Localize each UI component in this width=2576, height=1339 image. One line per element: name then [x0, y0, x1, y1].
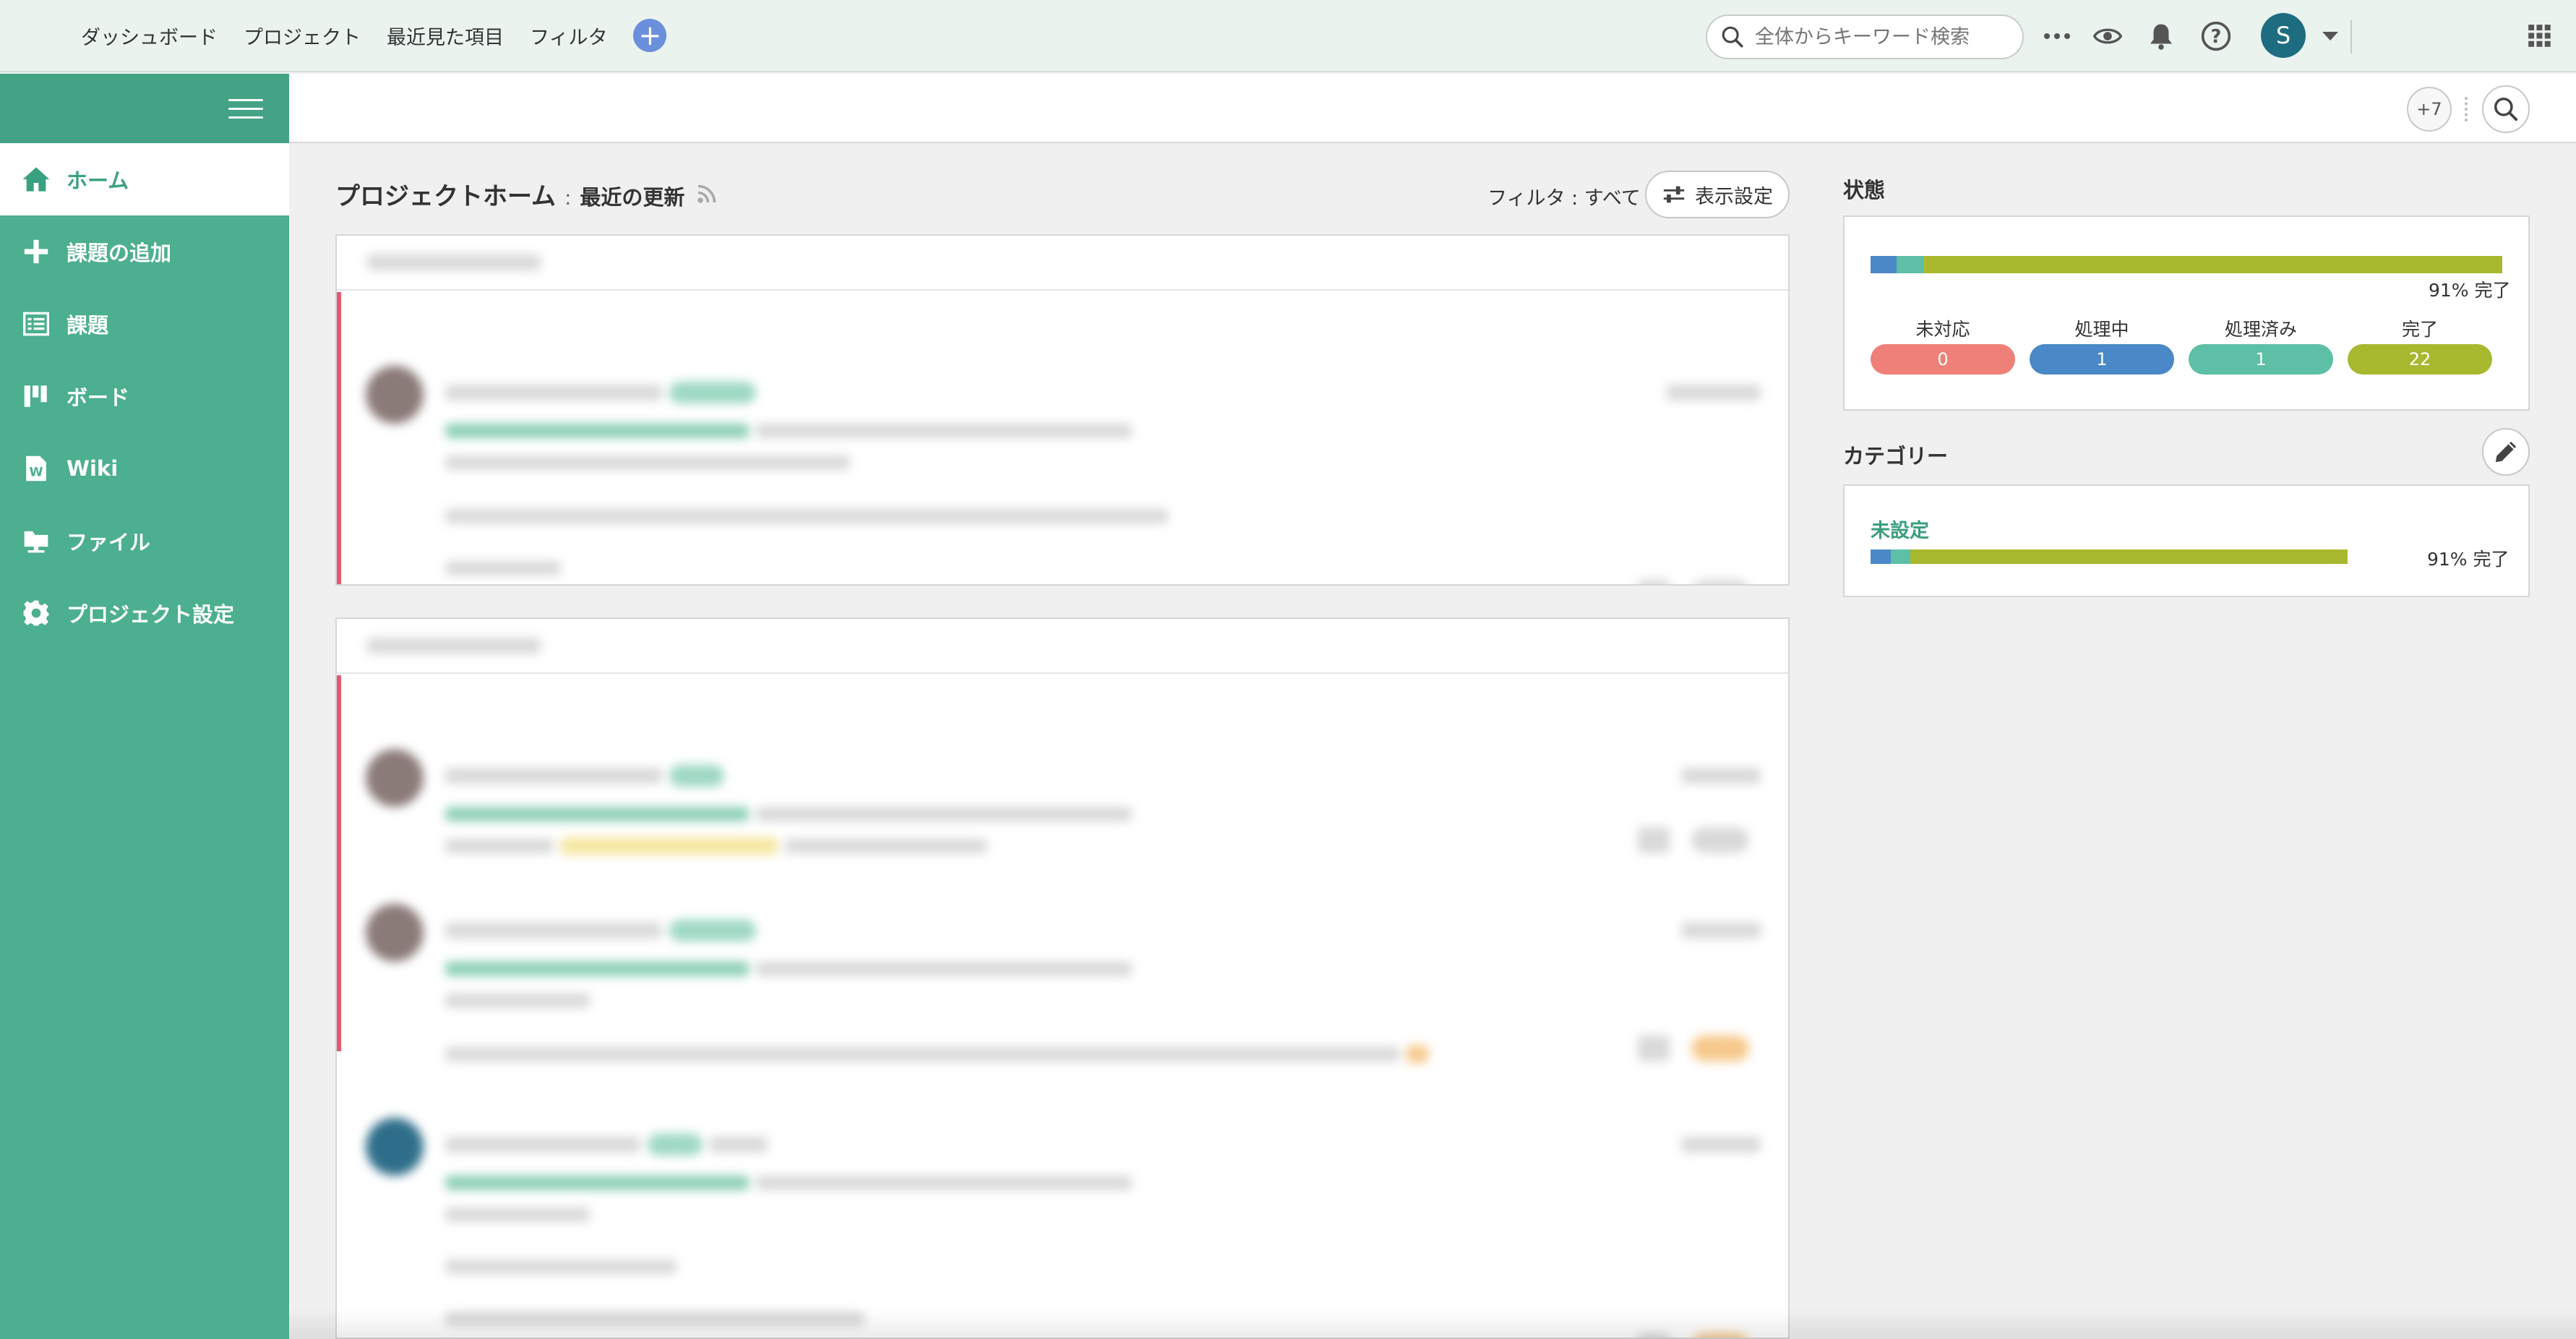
- page-title: プロジェクトホーム : 最近の更新: [335, 176, 718, 212]
- svg-text:W: W: [29, 465, 43, 479]
- status-progress-bar: [1871, 256, 2502, 273]
- sidebar-item-label: ファイル: [66, 530, 151, 555]
- notification-bell-icon[interactable]: [2141, 16, 2181, 56]
- header-divider: [2350, 20, 2352, 54]
- search-icon: [1722, 26, 1743, 48]
- wiki-icon: W: [20, 453, 52, 484]
- help-icon[interactable]: ?: [2196, 16, 2236, 56]
- filter-status[interactable]: フィルタ : すべて: [1487, 182, 1641, 210]
- global-search-input[interactable]: [1755, 25, 2001, 48]
- category-panel-title: カテゴリー: [1843, 444, 1949, 469]
- page-title-text: プロジェクトホーム: [335, 182, 556, 211]
- bottom-edge-shadow: [289, 1309, 2576, 1339]
- sidebar-item-label: 課題の追加: [66, 241, 172, 265]
- progress-segment-closed: [1923, 256, 2502, 273]
- watchers-badge[interactable]: +7: [2407, 87, 2452, 132]
- activity-group: [335, 234, 1790, 586]
- global-nav: ダッシュボード プロジェクト 最近見た項目 フィルタ +: [81, 19, 667, 52]
- sidebar-header: [0, 74, 289, 143]
- category-progress-bar: [1871, 549, 2348, 564]
- project-sidebar: ホーム 課題の追加 課題 ボード W Wiki ファイル プロジェクト設定: [0, 74, 289, 1339]
- global-search[interactable]: [1706, 14, 2024, 59]
- chevron-down-icon[interactable]: [2310, 16, 2350, 56]
- status-label-in-progress: 処理中: [2074, 319, 2129, 340]
- progress-segment-in-progress: [1871, 256, 1897, 273]
- edit-category-button[interactable]: [2482, 428, 2530, 476]
- sidebar-item-label: ボード: [66, 385, 130, 410]
- list-icon: [20, 308, 52, 340]
- activity-date-header: [337, 236, 1788, 291]
- sidebar-item-label: Wiki: [66, 456, 119, 481]
- sidebar-nav: ホーム 課題の追加 課題 ボード W Wiki ファイル プロジェクト設定: [0, 143, 289, 649]
- category-link[interactable]: 未設定: [1871, 515, 1929, 543]
- status-label-resolved: 処理済み: [2224, 319, 2297, 340]
- svg-text:?: ?: [2211, 26, 2222, 48]
- nav-projects[interactable]: プロジェクト: [244, 22, 361, 50]
- sidebar-item-home[interactable]: ホーム: [0, 143, 289, 215]
- sliders-icon: [1663, 186, 1685, 203]
- watch-eye-icon[interactable]: [2087, 16, 2128, 56]
- unread-marker: [337, 292, 341, 584]
- board-icon: [20, 380, 52, 412]
- progress-segment-resolved: [1890, 549, 1910, 564]
- activity-group: [335, 617, 1790, 1339]
- project-search-button[interactable]: [2482, 85, 2530, 133]
- status-label-open: 未対応: [1915, 319, 1970, 340]
- status-percent: 91% 完了: [2429, 280, 2511, 301]
- status-count-resolved[interactable]: 1: [2189, 344, 2333, 375]
- status-panel-title: 状態: [1843, 178, 1886, 202]
- activity-date-header: [337, 619, 1788, 674]
- user-avatar[interactable]: S: [2261, 13, 2306, 58]
- plus-icon: [20, 236, 52, 268]
- sidebar-item-board[interactable]: ボード: [0, 360, 289, 432]
- home-icon: [20, 163, 52, 195]
- status-count-open[interactable]: 0: [1871, 344, 2015, 375]
- category-panel: [1843, 484, 2530, 597]
- sidebar-item-issues[interactable]: 課題: [0, 288, 289, 360]
- progress-segment-in-progress: [1871, 549, 1891, 564]
- page-subtitle: 最近の更新: [580, 185, 685, 210]
- nav-dashboard[interactable]: ダッシュボード: [81, 22, 218, 50]
- status-count-in-progress[interactable]: 1: [2030, 344, 2174, 375]
- display-settings-button[interactable]: 表示設定: [1645, 171, 1790, 218]
- nav-filters[interactable]: フィルタ: [530, 22, 607, 50]
- menu-toggle-icon[interactable]: [228, 93, 263, 124]
- unread-marker: [337, 675, 341, 1051]
- sidebar-item-wiki[interactable]: W Wiki: [0, 432, 289, 505]
- status-label-closed: 完了: [2401, 319, 2438, 340]
- progress-segment-resolved: [1897, 256, 1923, 273]
- sidebar-item-label: ホーム: [66, 168, 129, 193]
- project-subheader: +7: [289, 74, 2576, 143]
- status-panel: 91% 完了 未対応 処理中 処理済み 完了 0 1 1 22: [1843, 215, 2530, 411]
- rss-icon[interactable]: [696, 182, 718, 211]
- subheader-divider: [2465, 97, 2468, 121]
- display-settings-label: 表示設定: [1695, 185, 1773, 208]
- sidebar-item-label: プロジェクト設定: [66, 602, 235, 627]
- gear-icon: [20, 597, 52, 629]
- global-header: ダッシュボード プロジェクト 最近見た項目 フィルタ + ? S: [0, 0, 2576, 72]
- sidebar-item-project-settings[interactable]: プロジェクト設定: [0, 577, 289, 649]
- sidebar-item-label: 課題: [66, 313, 109, 338]
- sidebar-item-files[interactable]: ファイル: [0, 505, 289, 577]
- status-count-closed[interactable]: 22: [2348, 344, 2492, 375]
- sidebar-item-add-issue[interactable]: 課題の追加: [0, 215, 289, 288]
- category-percent: 91% 完了: [2427, 549, 2510, 570]
- folder-icon: [20, 525, 52, 557]
- app-grid-icon[interactable]: [2520, 16, 2560, 56]
- progress-segment-closed: [1910, 549, 2348, 564]
- nav-recent-items[interactable]: 最近見た項目: [387, 22, 504, 50]
- add-plus-icon[interactable]: +: [633, 19, 667, 52]
- search-icon: [2494, 98, 2518, 121]
- title-separator: :: [564, 186, 572, 210]
- pencil-icon: [2495, 441, 2517, 463]
- more-icon[interactable]: [2037, 16, 2077, 56]
